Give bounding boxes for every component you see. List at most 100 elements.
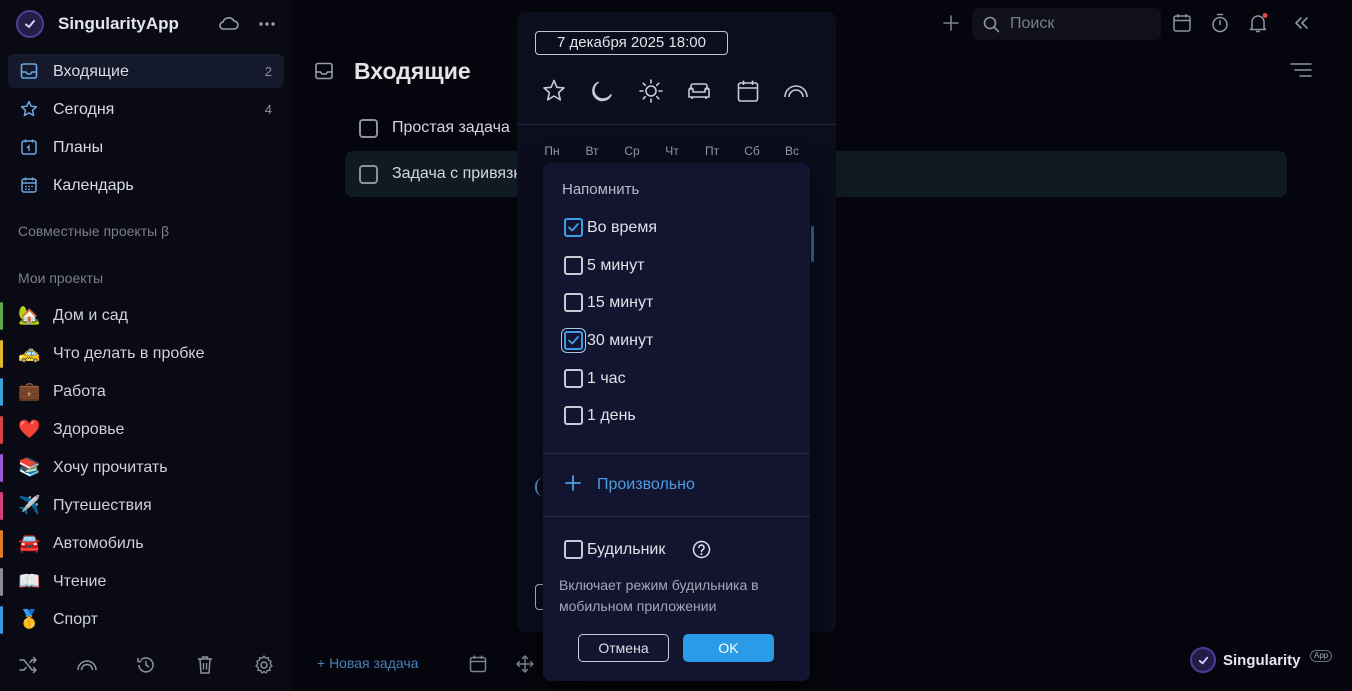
- add-icon[interactable]: [940, 12, 962, 34]
- project-color-stripe: [0, 340, 3, 368]
- sofa-icon[interactable]: [686, 78, 712, 104]
- task-checkbox[interactable]: [359, 119, 378, 138]
- my-projects-heading[interactable]: Мои проекты: [18, 270, 103, 286]
- sidebar-item-inbox[interactable]: Входящие 2: [8, 54, 284, 88]
- remind-checkbox[interactable]: [564, 369, 583, 388]
- notifications-icon[interactable]: [1247, 12, 1269, 34]
- project-item[interactable]: 🚕 Что делать в пробке: [0, 336, 292, 372]
- remind-option[interactable]: 1 день: [563, 404, 793, 428]
- custom-reminder-label: Произвольно: [597, 476, 695, 493]
- project-label: Работа: [53, 383, 106, 400]
- sidebar-header: SingularityApp: [0, 0, 292, 48]
- more-options-icon[interactable]: [257, 14, 277, 34]
- remind-checkbox[interactable]: [564, 218, 583, 237]
- app-title: SingularityApp: [58, 14, 179, 33]
- plans-icon: [20, 138, 38, 156]
- sort-filter-icon[interactable]: [1289, 60, 1313, 80]
- project-label: Чтение: [53, 573, 107, 590]
- project-item[interactable]: 📖 Чтение: [0, 564, 292, 600]
- project-item[interactable]: 🏡 Дом и сад: [0, 298, 292, 334]
- alarm-label: Будильник: [587, 541, 666, 558]
- project-color-stripe: [0, 492, 3, 520]
- app-logo[interactable]: [16, 10, 44, 38]
- remind-option[interactable]: 15 минут: [563, 291, 793, 315]
- move-icon[interactable]: [515, 654, 535, 674]
- alarm-checkbox[interactable]: [564, 540, 583, 559]
- alarm-note: Включает режим будильника в мобильном пр…: [559, 577, 759, 614]
- plus-icon: [564, 474, 582, 492]
- project-color-stripe: [0, 568, 3, 596]
- sidebar-item-label: Планы: [53, 139, 104, 156]
- heart-icon: ❤️: [18, 419, 41, 439]
- weekday-label: Вт: [585, 144, 599, 158]
- sidebar-item-plans[interactable]: Планы: [8, 130, 284, 164]
- weekday-label: Пн: [544, 144, 560, 158]
- divider: [543, 453, 810, 454]
- remind-checkbox[interactable]: [564, 256, 583, 275]
- calendar-icon[interactable]: [1171, 12, 1193, 34]
- divider: [543, 516, 810, 517]
- remind-option[interactable]: 30 минут: [563, 329, 793, 353]
- project-color-stripe: [0, 378, 3, 406]
- rainbow-icon[interactable]: [76, 654, 98, 676]
- remind-title: Напомнить: [562, 181, 640, 198]
- history-icon[interactable]: [135, 654, 157, 676]
- sidebar: SingularityApp Входящие 2 Сегодня 4 План…: [0, 0, 292, 691]
- weekday-label: Пт: [704, 144, 720, 158]
- remind-checkbox[interactable]: [564, 331, 583, 350]
- calendar-icon[interactable]: [735, 78, 761, 104]
- weekday-label: Сб: [744, 144, 760, 158]
- sidebar-item-label: Сегодня: [53, 101, 115, 118]
- collapse-panel-icon[interactable]: [1290, 12, 1312, 34]
- search-bar[interactable]: [972, 8, 1161, 40]
- sidebar-item-count: 2: [264, 64, 272, 79]
- star-icon[interactable]: [541, 78, 567, 104]
- calendar-icon: [20, 176, 38, 194]
- project-item[interactable]: ✈️ Путешествия: [0, 488, 292, 524]
- help-icon[interactable]: [692, 540, 711, 559]
- weekday-label: Вс: [784, 144, 799, 158]
- project-item[interactable]: ❤️ Здоровье: [0, 412, 292, 448]
- settings-icon[interactable]: [253, 654, 275, 676]
- remind-option[interactable]: Во время: [563, 216, 793, 240]
- cloud-sync-icon[interactable]: [218, 14, 240, 32]
- remind-checkbox[interactable]: [564, 293, 583, 312]
- calendar-icon[interactable]: [468, 654, 488, 674]
- task-checkbox[interactable]: [359, 165, 378, 184]
- alarm-option[interactable]: Будильник: [563, 537, 793, 561]
- remind-option-label: 30 минут: [587, 332, 654, 349]
- sidebar-item-today[interactable]: Сегодня 4: [8, 92, 284, 126]
- sidebar-item-label: Входящие: [53, 63, 129, 80]
- cancel-button[interactable]: Отмена: [578, 634, 669, 662]
- project-item[interactable]: 💼 Работа: [0, 374, 292, 410]
- remind-option-label: 1 день: [587, 407, 636, 424]
- ok-button[interactable]: OK: [683, 634, 774, 662]
- shuffle-icon[interactable]: [17, 654, 39, 676]
- project-label: Здоровье: [53, 421, 125, 438]
- timer-icon[interactable]: [1209, 12, 1231, 34]
- search-input[interactable]: [1010, 13, 1150, 35]
- panel-divider: [517, 124, 836, 125]
- project-label: Путешествия: [53, 497, 152, 514]
- task-title[interactable]: Простая задача: [392, 119, 510, 137]
- project-item[interactable]: 🚘 Автомобиль: [0, 526, 292, 562]
- books-icon: 📚: [18, 457, 41, 477]
- taxi-icon: 🚕: [18, 343, 41, 363]
- sun-icon[interactable]: [638, 78, 664, 104]
- rainbow-icon[interactable]: [783, 78, 809, 104]
- project-color-stripe: [0, 302, 3, 330]
- remind-option[interactable]: 1 час: [563, 367, 793, 391]
- shared-projects-heading[interactable]: Совместные проекты β: [18, 223, 169, 239]
- remind-checkbox[interactable]: [564, 406, 583, 425]
- date-time-field[interactable]: 7 декабря 2025 18:00: [535, 31, 728, 55]
- remind-option-label: 1 час: [587, 370, 626, 387]
- remind-option[interactable]: 5 минут: [563, 254, 793, 278]
- custom-reminder-button[interactable]: Произвольно: [563, 473, 793, 497]
- project-item[interactable]: 🥇 Спорт: [0, 602, 292, 638]
- project-item[interactable]: 📚 Хочу прочитать: [0, 450, 292, 486]
- trash-icon[interactable]: [194, 654, 216, 676]
- sidebar-item-calendar[interactable]: Календарь: [8, 168, 284, 202]
- moon-icon[interactable]: [589, 78, 615, 104]
- new-task-button[interactable]: + Новая задача: [317, 655, 418, 671]
- project-color-stripe: [0, 454, 3, 482]
